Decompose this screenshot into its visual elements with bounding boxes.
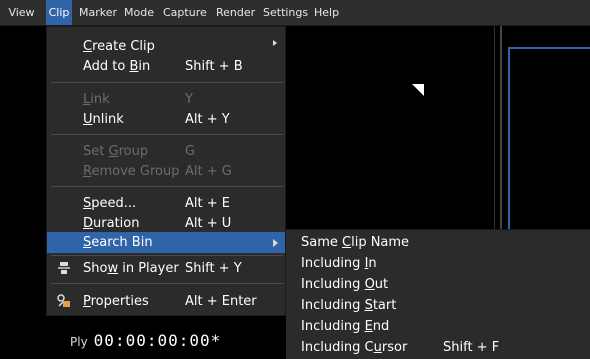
clip-menu: Create Clip Add to Bin Shift + B Link Y … [46,26,286,316]
menu-settings[interactable]: Settings [263,0,311,25]
submenu-item-including-out[interactable]: Including Out [286,274,590,295]
submenu-item-including-start[interactable]: Including Start [286,295,590,316]
menu-item-set-group: Set Group G [83,144,196,159]
timecode-prefix: Ply [70,335,88,349]
timecode-value: 00:00:00:00* [93,331,222,350]
chevron-right-icon [273,40,277,46]
menu-marker[interactable]: Marker [79,0,119,25]
submenu-item-including-end[interactable]: Including End [286,316,590,337]
player-viewer[interactable] [286,26,495,232]
pointer-cursor-icon [412,84,424,96]
menu-item-unlink[interactable]: Unlink Alt + Y [47,109,285,130]
shortcut-label: Alt + U [185,216,232,231]
menu-item-speed[interactable]: Speed... Alt + E [47,193,285,214]
shortcut-label: Shift + F [443,340,500,355]
menu-clip[interactable]: Clip [46,0,72,25]
shortcut-label: Alt + Y [185,112,230,127]
submenu-item-including-in[interactable]: Including In [286,253,590,274]
menu-separator [51,255,283,256]
menu-capture[interactable]: Capture [163,0,213,25]
menu-mode[interactable]: Mode [124,0,160,25]
shortcut-label: Alt + G [185,164,232,179]
properties-icon [57,294,71,308]
player-icon [57,261,71,275]
left-panel [0,26,45,358]
menu-item-properties[interactable]: Properties Alt + Enter [47,291,285,312]
shortcut-label: Shift + B [185,59,243,74]
menu-help[interactable]: Help [314,0,348,25]
menu-item-add-to-bin[interactable]: Add to Bin Shift + B [47,56,285,77]
menu-item-link: Link Y [83,92,193,107]
shortcut-label: Y [185,92,193,107]
menu-separator [51,186,283,187]
shortcut-label: Alt + E [185,196,230,211]
menu-item-duration[interactable]: Duration Alt + U [47,213,285,234]
shortcut-label: Shift + Y [185,261,242,276]
search-bin-submenu: Same Clip Name Including In Including Ou… [286,229,590,359]
menu-separator [51,283,283,284]
menu-item-create-clip[interactable]: Create Clip [47,36,285,57]
menu-item-remove-group: Remove Group Alt + G [83,164,232,179]
shortcut-label: Alt + Enter [185,294,257,309]
recorder-frame [508,47,590,233]
menu-item-show-in-player[interactable]: Show in Player Shift + Y [47,258,285,279]
submenu-item-same-clip-name[interactable]: Same Clip Name [286,232,590,253]
menu-item-search-bin[interactable]: Search Bin [47,232,285,253]
chevron-right-icon [273,239,278,247]
menu-separator [51,82,283,83]
shortcut-label: G [185,144,196,159]
player-timecode: Ply 00:00:00:00* [70,331,221,350]
menu-view[interactable]: View [0,0,43,25]
menu-render[interactable]: Render [216,0,260,25]
menubar: View Clip Marker Mode Capture Render Set… [0,0,590,26]
menu-separator [51,134,283,135]
submenu-item-including-cursor[interactable]: Including Cursor Shift + F [286,337,590,358]
